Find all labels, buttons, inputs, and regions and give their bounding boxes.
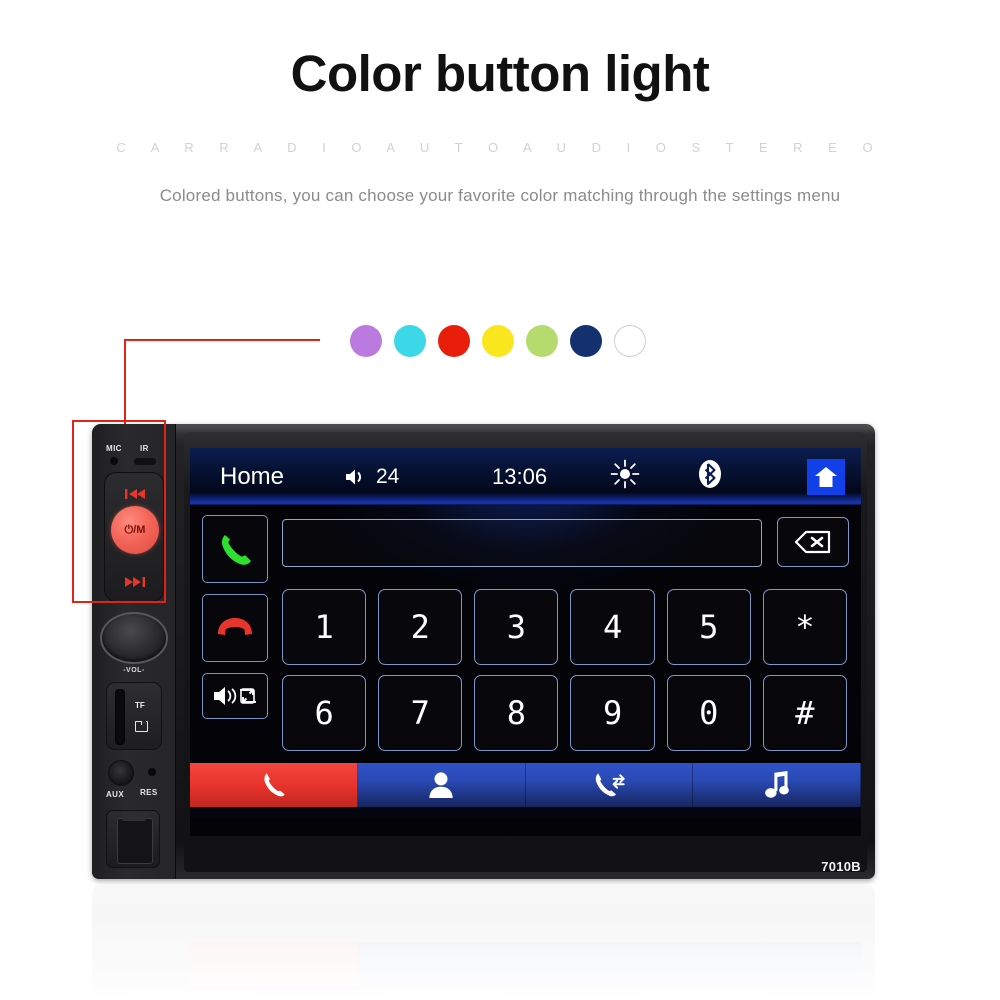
callout-line-horizontal [124,339,320,341]
volume-knob[interactable] [100,612,168,664]
reflection-body [92,884,875,1000]
reflection-tab-dialer [190,942,358,986]
call-accept-button[interactable] [202,515,268,583]
status-brightness-button[interactable] [610,459,640,494]
key-4[interactable]: 4 [570,589,655,665]
call-end-button[interactable] [202,594,268,662]
key-8[interactable]: 8 [474,675,559,751]
page-title: Color button light [290,45,710,102]
audio-transfer-button[interactable] [202,673,268,719]
page-kicker: C A R R A D I O A U T O A U D I O S T E … [116,140,884,155]
status-volume[interactable]: 24 [345,465,399,489]
status-bar: Home 24 13:06 [190,448,861,505]
touchscreen[interactable]: Home 24 13:06 1 2 3 4 5 * 6 7 8 9 0 # [190,448,861,836]
music-note-icon [764,771,789,798]
tab-contacts[interactable] [357,763,526,807]
call-function-column [202,515,268,730]
reflection-tab-music [693,942,861,986]
status-home-label[interactable]: Home [220,463,284,491]
key-3[interactable]: 3 [474,589,559,665]
status-bluetooth-button[interactable] [696,457,724,496]
bluetooth-icon [699,460,721,488]
phone-handset-icon [221,535,251,565]
status-volume-value: 24 [376,464,400,488]
color-swatch-white[interactable] [614,325,646,357]
color-swatch-cyan[interactable] [394,325,426,357]
key-7[interactable]: 7 [378,675,463,751]
memory-card-icon [135,721,148,732]
tab-dialer[interactable] [190,763,358,807]
home-icon [815,466,837,487]
dialer-keypad-area: 1 2 3 4 5 * 6 7 8 9 0 # [190,505,861,763]
color-swatch-row [350,325,646,357]
key-1[interactable]: 1 [282,589,367,665]
callout-highlight-box [72,420,166,603]
bottom-tab-bar [190,763,861,818]
key-0[interactable]: 0 [666,675,751,751]
color-swatch-purple[interactable] [350,325,382,357]
device-reflection: 7010B [92,884,875,1000]
reflection-tab-contacts [357,942,526,986]
tf-card-slot[interactable]: TF [106,682,162,750]
car-stereo-device: MIC IR ⏻/M -VOL- TF AUX RES Home 24 13:0… [92,424,875,879]
key-9[interactable]: 9 [570,675,655,751]
speaker-swap-icon [214,687,256,705]
usb-port[interactable] [106,810,160,868]
tab-call-history[interactable] [525,763,694,807]
color-swatch-yellow-green[interactable] [526,325,558,357]
keypad-grid: 1 2 3 4 5 * 6 7 8 9 0 # [282,589,847,751]
key-6[interactable]: 6 [282,675,367,751]
key-2[interactable]: 2 [378,589,463,665]
backspace-button[interactable] [777,517,849,567]
status-home-button[interactable] [807,458,845,495]
key-star[interactable]: * [762,589,847,665]
aux-input-jack[interactable] [108,760,134,786]
tf-card-opening [115,689,125,745]
screen-bezel: Home 24 13:06 1 2 3 4 5 * 6 7 8 9 0 # [184,432,867,872]
volume-label: -VOL- [123,667,145,674]
reflection-tab-bar [190,942,861,986]
speaker-icon [346,469,361,484]
res-label: RES [140,788,158,797]
status-clock: 13:06 [492,463,548,489]
key-hash[interactable]: # [762,675,847,751]
reset-pinhole[interactable] [148,768,156,776]
phone-hangup-icon [218,618,252,635]
model-number-badge: 7010B [821,859,861,874]
color-swatch-navy-blue[interactable] [570,325,602,357]
key-5[interactable]: 5 [666,589,751,665]
person-icon [429,772,453,798]
aux-label: AUX [106,790,125,799]
phone-icon [264,773,286,797]
color-swatch-yellow[interactable] [482,325,514,357]
brightness-icon [610,459,640,489]
phone-number-input[interactable] [282,519,762,567]
tf-label: TF [135,701,145,710]
backspace-icon [794,530,831,554]
reflection-tab-history [525,942,694,986]
phone-transfer-icon [595,773,625,797]
page-subtitle: Colored buttons, you can choose your fav… [159,186,841,205]
reflection-fade-overlay [92,884,875,1000]
color-swatch-red[interactable] [438,325,470,357]
tab-music[interactable] [693,763,861,807]
